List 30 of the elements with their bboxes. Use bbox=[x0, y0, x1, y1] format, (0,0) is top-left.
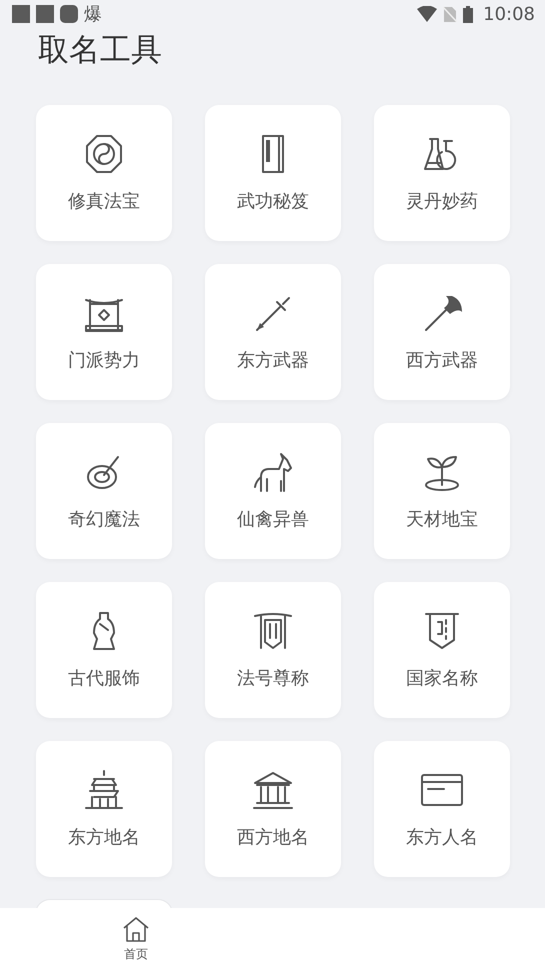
tool-card[interactable]: 西方地名 bbox=[205, 741, 341, 877]
tool-card[interactable]: 天材地宝 bbox=[374, 423, 510, 559]
tool-card[interactable]: 西方武器 bbox=[374, 264, 510, 400]
battery-icon bbox=[463, 6, 474, 22]
tool-card[interactable]: 门派势力 bbox=[36, 264, 172, 400]
tool-card[interactable]: 古代服饰 bbox=[36, 582, 172, 718]
building-columns-icon bbox=[251, 769, 295, 811]
unicorn-icon bbox=[251, 451, 295, 493]
tool-card[interactable]: 仙禽异兽 bbox=[205, 423, 341, 559]
tool-card[interactable]: 修真法宝 bbox=[36, 105, 172, 241]
notification-text: 爆 bbox=[84, 3, 102, 26]
page-title: 取名工具 bbox=[37, 31, 162, 70]
tool-card[interactable]: 东方武器 bbox=[205, 264, 341, 400]
banner-icon bbox=[251, 610, 295, 652]
tool-card[interactable]: 奇幻魔法 bbox=[36, 423, 172, 559]
tool-card[interactable]: 武功秘笈 bbox=[205, 105, 341, 241]
tool-card[interactable]: 国家名称 bbox=[374, 582, 510, 718]
app-icon bbox=[12, 5, 30, 23]
wifi-icon bbox=[417, 6, 438, 22]
nav-tab[interactable]: 首页 bbox=[100, 908, 172, 970]
no-sim-icon bbox=[443, 6, 458, 22]
tool-card[interactable]: 灵丹妙药 bbox=[374, 105, 510, 241]
app-icon bbox=[60, 5, 78, 23]
home-icon bbox=[122, 916, 150, 942]
temple-icon bbox=[82, 769, 126, 811]
tool-card[interactable]: 东方地名 bbox=[36, 741, 172, 877]
tool-card[interactable]: 法号尊称 bbox=[205, 582, 341, 718]
app-icon bbox=[36, 5, 54, 23]
tool-card[interactable]: 东方人名 bbox=[374, 741, 510, 877]
clock-text: 10:08 bbox=[483, 4, 535, 24]
